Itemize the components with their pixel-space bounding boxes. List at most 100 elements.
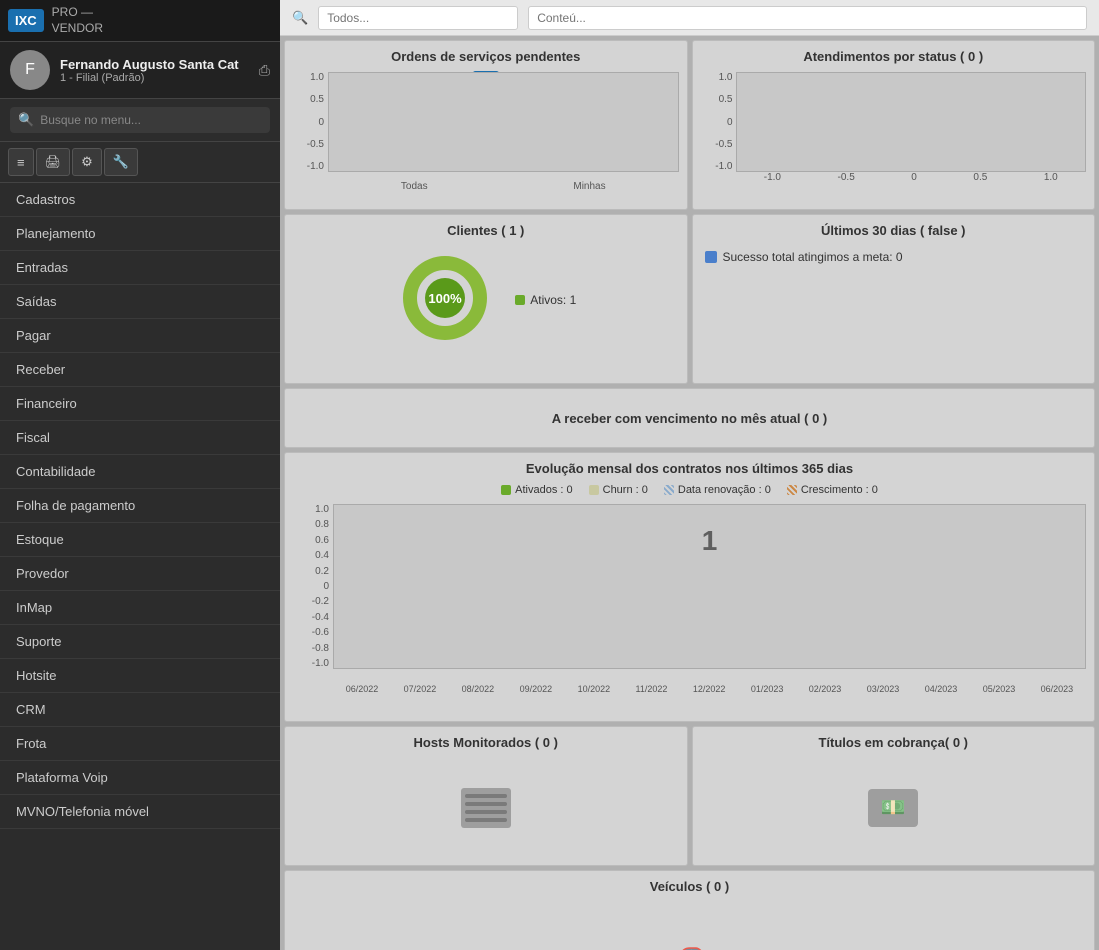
sidebar-item-provedor[interactable]: Provedor — [0, 557, 280, 591]
user-status: 1 - Filial (Padrão) — [60, 72, 249, 84]
sidebar-toolbar: ≡ 🖨 ⚙ 🔧 — [0, 142, 280, 183]
ev-leg-ativados: Ativados : 0 — [501, 484, 572, 496]
ordens-chart: 1.0 0.5 0 -0.5 -1.0 Todas Minhas — [293, 72, 679, 192]
search-bar: 🔍 — [0, 99, 280, 142]
menu-icon-btn[interactable]: ≡ — [8, 148, 34, 176]
y-label-4: -0.5 — [307, 139, 324, 150]
y-label-3: 0 — [318, 117, 324, 128]
main-search-input[interactable] — [318, 6, 518, 30]
ev-center-number: 1 — [702, 525, 718, 557]
at-y1: 1.0 — [719, 72, 733, 83]
ordens-chart-area — [328, 72, 679, 172]
legend-ativos-dot — [515, 295, 525, 305]
donut-chart: 100% — [395, 248, 495, 351]
sidebar-item-folha[interactable]: Folha de pagamento — [0, 489, 280, 523]
row-6: Veículos ( 0 ) 🚗 — [284, 870, 1095, 950]
share-icon[interactable]: ⎙ — [259, 62, 270, 79]
ev-label-churn: Churn : 0 — [603, 484, 648, 496]
sidebar-item-fiscal[interactable]: Fiscal — [0, 421, 280, 455]
clientes-card: Clientes ( 1 ) 100% — [284, 214, 688, 384]
hosts-card: Hosts Monitorados ( 0 ) — [284, 726, 688, 866]
veiculos-icon-area: 🚗 — [670, 902, 710, 950]
evolucao-legend: Ativados : 0 Churn : 0 Data renovação : … — [293, 484, 1086, 496]
x-label-todas: Todas — [401, 181, 428, 192]
ev-chart-area: 1 — [333, 504, 1086, 669]
hosts-title: Hosts Monitorados ( 0 ) — [414, 735, 558, 750]
ev-label-ativados: Ativados : 0 — [515, 484, 572, 496]
ev-y-axis: 1.0 0.8 0.6 0.4 0.2 0 -0.2 -0.4 -0.6 -0.… — [293, 504, 333, 669]
sidebar-item-entradas[interactable]: Entradas — [0, 251, 280, 285]
user-info: Fernando Augusto Santa Cat 1 - Filial (P… — [60, 57, 249, 84]
sidebar-item-estoque[interactable]: Estoque — [0, 523, 280, 557]
server-row-1 — [465, 794, 507, 798]
search-input[interactable] — [40, 113, 262, 127]
titulos-card: Títulos em cobrança( 0 ) 💵 — [692, 726, 1096, 866]
sidebar-item-hotsite[interactable]: Hotsite — [0, 659, 280, 693]
sidebar-item-saidas[interactable]: Saídas — [0, 285, 280, 319]
evolucao-chart: 1.0 0.8 0.6 0.4 0.2 0 -0.2 -0.4 -0.6 -0.… — [293, 504, 1086, 694]
tools-icon-btn[interactable]: 🔧 — [104, 148, 138, 176]
main-content-input[interactable] — [528, 6, 1087, 30]
sidebar-item-planejamento[interactable]: Planejamento — [0, 217, 280, 251]
sidebar-header: F Fernando Augusto Santa Cat 1 - Filial … — [0, 42, 280, 99]
sidebar-item-receber[interactable]: Receber — [0, 353, 280, 387]
main-topbar: 🔍 — [280, 0, 1099, 36]
veiculos-title: Veículos ( 0 ) — [650, 879, 729, 894]
atend-x-labels: -1.0 -0.5 0 0.5 1.0 — [701, 172, 1087, 183]
row-5: Hosts Monitorados ( 0 ) Títulos em cobra… — [284, 726, 1095, 866]
row-2: Clientes ( 1 ) 100% — [284, 214, 1095, 384]
ordens-x-labels: Todas Minhas — [328, 181, 679, 192]
ultimos-title: Últimos 30 dias ( false ) — [701, 223, 1087, 238]
ev-dot-renovacao — [664, 485, 674, 495]
sidebar-item-frota[interactable]: Frota — [0, 727, 280, 761]
ultimos-card: Últimos 30 dias ( false ) Sucesso total … — [692, 214, 1096, 384]
at-x1: -1.0 — [764, 172, 781, 183]
sidebar: IXC PRO — VENDOR F Fernando Augusto Sant… — [0, 0, 280, 950]
ixc-logo: IXC — [8, 9, 44, 32]
print-icon-btn[interactable]: 🖨 — [36, 148, 71, 176]
ultimos-legend: Sucesso total atingimos a meta: 0 — [701, 246, 1087, 268]
atendimentos-title: Atendimentos por status ( 0 ) — [701, 49, 1087, 64]
at-y5: -1.0 — [715, 161, 732, 172]
atendimentos-chart: 1.0 0.5 0 -0.5 -1.0 — [701, 72, 1087, 172]
atendimentos-card: Atendimentos por status ( 0 ) 1.0 0.5 0 … — [692, 40, 1096, 210]
at-x4: 0.5 — [973, 172, 987, 183]
veiculos-card: Veículos ( 0 ) 🚗 — [284, 870, 1095, 950]
money-icon: 💵 — [868, 789, 918, 827]
ev-leg-renovacao: Data renovação : 0 — [664, 484, 771, 496]
server-row-4 — [465, 818, 507, 822]
donut-percent: 100% — [429, 291, 463, 306]
at-x2: -0.5 — [838, 172, 855, 183]
atend-y-axis: 1.0 0.5 0 -0.5 -1.0 — [701, 72, 736, 172]
ev-label-renovacao: Data renovação : 0 — [678, 484, 771, 496]
at-x3: 0 — [911, 172, 917, 183]
evolucao-title: Evolução mensal dos contratos nos último… — [293, 461, 1086, 476]
ev-leg-crescimento: Crescimento : 0 — [787, 484, 878, 496]
at-y3: 0 — [727, 117, 733, 128]
search-input-wrapper: 🔍 — [10, 107, 270, 133]
sidebar-item-contabilidade[interactable]: Contabilidade — [0, 455, 280, 489]
settings-icon-btn[interactable]: ⚙ — [72, 148, 102, 176]
sidebar-item-mvno[interactable]: MVNO/Telefonia móvel — [0, 795, 280, 829]
sidebar-item-suporte[interactable]: Suporte — [0, 625, 280, 659]
sidebar-item-inmap[interactable]: InMap — [0, 591, 280, 625]
evolucao-card: Evolução mensal dos contratos nos último… — [284, 452, 1095, 722]
user-name: Fernando Augusto Santa Cat — [60, 57, 249, 72]
y-label-1: 1.0 — [310, 72, 324, 83]
sidebar-item-financeiro[interactable]: Financeiro — [0, 387, 280, 421]
ev-dot-ativados — [501, 485, 511, 495]
dashboard: Ordens de serviços pendentes 0 1.0 0.5 0… — [280, 36, 1099, 950]
main-content: 🔍 Ordens de serviços pendentes 0 1.0 0.5… — [280, 0, 1099, 950]
hosts-icon-area — [461, 758, 511, 857]
ev-x-labels: 06/2022 07/2022 08/2022 09/2022 10/2022 … — [333, 684, 1086, 694]
ev-label-crescimento: Crescimento : 0 — [801, 484, 878, 496]
nav-menu: Cadastros Planejamento Entradas Saídas P… — [0, 183, 280, 829]
at-x5: 1.0 — [1044, 172, 1058, 183]
titulos-icon-area: 💵 — [868, 758, 918, 857]
sidebar-item-crm[interactable]: CRM — [0, 693, 280, 727]
sidebar-item-cadastros[interactable]: Cadastros — [0, 183, 280, 217]
sidebar-item-pagar[interactable]: Pagar — [0, 319, 280, 353]
car-icon: 🚗 — [670, 933, 710, 950]
sidebar-item-voip[interactable]: Plataforma Voip — [0, 761, 280, 795]
ordens-y-axis: 1.0 0.5 0 -0.5 -1.0 — [293, 72, 328, 172]
